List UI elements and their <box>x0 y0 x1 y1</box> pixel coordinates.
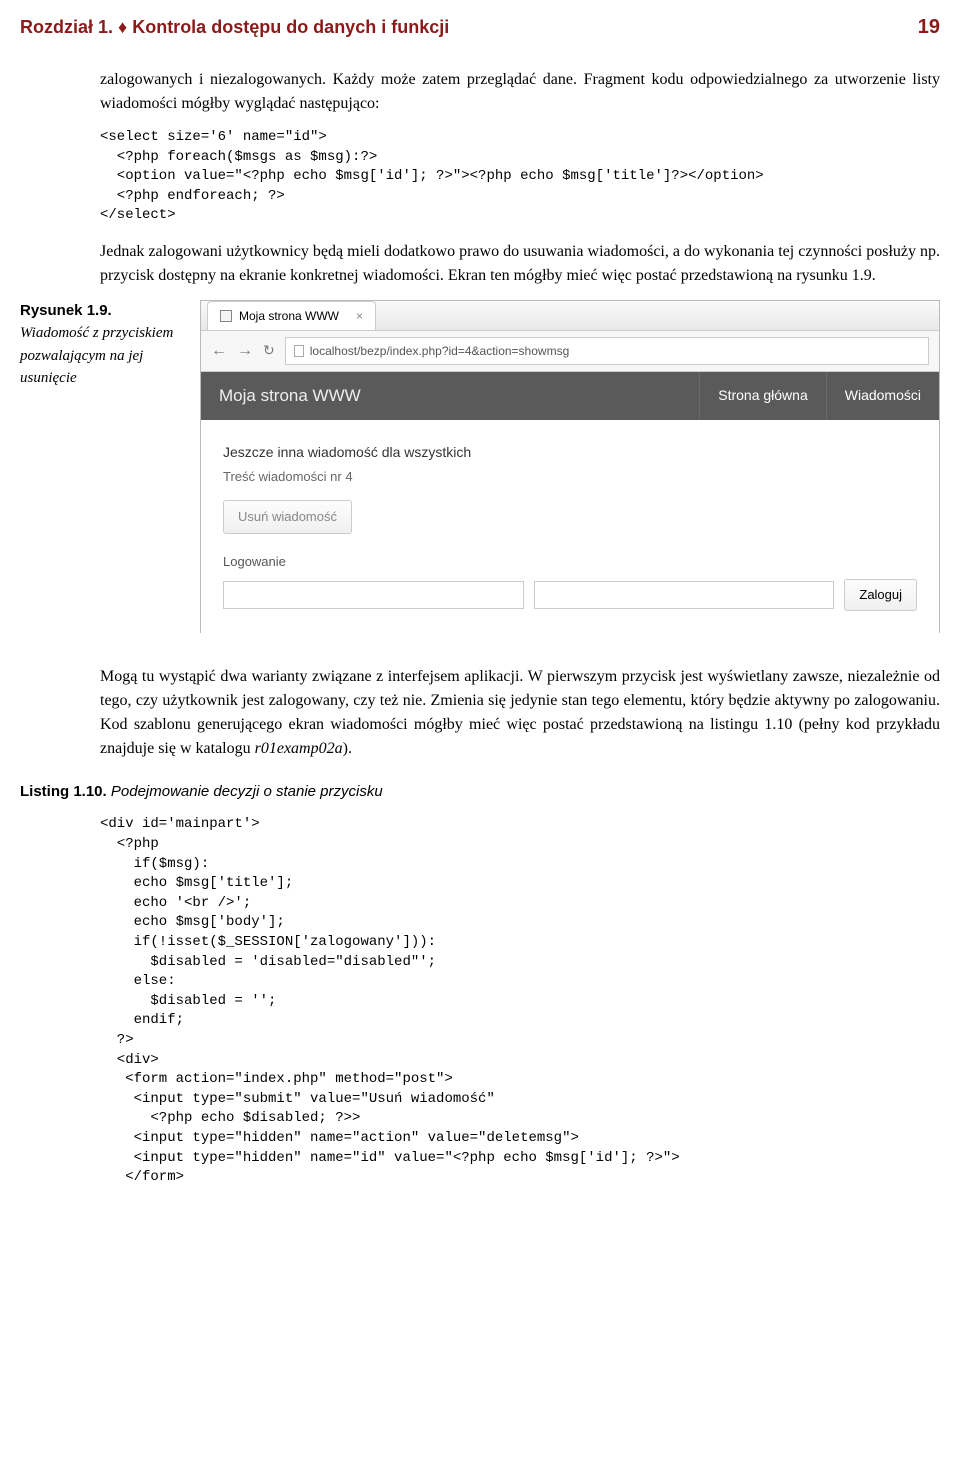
nav-messages[interactable]: Wiadomości <box>826 372 939 420</box>
login-button[interactable]: Zaloguj <box>844 579 917 611</box>
login-row: Zaloguj <box>223 579 917 611</box>
url-text: localhost/bezp/index.php?id=4&action=sho… <box>310 342 570 360</box>
password-input[interactable] <box>534 581 835 609</box>
page-icon <box>220 310 232 322</box>
code-block-1: <select size='6' name="id"> <?php foreac… <box>100 128 940 226</box>
page-number: 19 <box>918 12 940 42</box>
figure-1-9: Rysunek 1.9. Wiadomość z przyciskiem poz… <box>20 300 940 633</box>
listing-number: Listing 1.10. <box>20 783 107 800</box>
site-navbar: Moja strona WWW Strona główna Wiadomości <box>201 372 939 420</box>
catalog-ref: r01examp02a <box>255 740 343 757</box>
message-title: Jeszcze inna wiadomość dla wszystkich <box>223 442 917 463</box>
paragraph-1: zalogowanych i niezalogowanych. Każdy mo… <box>100 68 940 116</box>
figure-description: Wiadomość z przyciskiem pozwalającym na … <box>20 325 173 386</box>
site-title: Moja strona WWW <box>201 383 699 409</box>
url-bar[interactable]: localhost/bezp/index.php?id=4&action=sho… <box>285 337 929 365</box>
listing-title: Podejmowanie decyzji o stanie przycisku <box>111 783 383 800</box>
close-icon[interactable]: × <box>356 307 363 325</box>
username-input[interactable] <box>223 581 524 609</box>
browser-tab[interactable]: Moja strona WWW × <box>207 301 376 330</box>
reload-icon[interactable]: ↻ <box>263 340 275 361</box>
delete-message-button[interactable]: Usuń wiadomość <box>223 500 352 534</box>
figure-caption: Rysunek 1.9. Wiadomość z przyciskiem poz… <box>20 300 200 390</box>
figure-number: Rysunek 1.9. <box>20 302 112 319</box>
paragraph-3: Mogą tu wystąpić dwa warianty związane z… <box>100 665 940 761</box>
browser-tab-bar: Moja strona WWW × <box>201 301 939 331</box>
browser-toolbar: ← → ↻ localhost/bezp/index.php?id=4&acti… <box>201 331 939 372</box>
listing-header: Listing 1.10. Podejmowanie decyzji o sta… <box>20 781 940 804</box>
forward-icon[interactable]: → <box>237 339 253 363</box>
code-block-2: <div id='mainpart'> <?php if($msg): echo… <box>100 815 940 1187</box>
browser-screenshot: Moja strona WWW × ← → ↻ localhost/bezp/i… <box>200 300 940 633</box>
site-body: Jeszcze inna wiadomość dla wszystkich Tr… <box>201 420 939 633</box>
nav-home[interactable]: Strona główna <box>699 372 826 420</box>
login-section-label: Logowanie <box>223 552 917 572</box>
tab-title: Moja strona WWW <box>239 307 339 325</box>
file-icon <box>294 345 304 357</box>
back-icon[interactable]: ← <box>211 339 227 363</box>
chapter-title: Rozdział 1. ♦ Kontrola dostępu do danych… <box>20 14 449 41</box>
page-header: Rozdział 1. ♦ Kontrola dostępu do danych… <box>20 0 940 46</box>
paragraph-2: Jednak zalogowani użytkownicy będą mieli… <box>100 240 940 288</box>
message-body: Treść wiadomości nr 4 <box>223 467 917 487</box>
